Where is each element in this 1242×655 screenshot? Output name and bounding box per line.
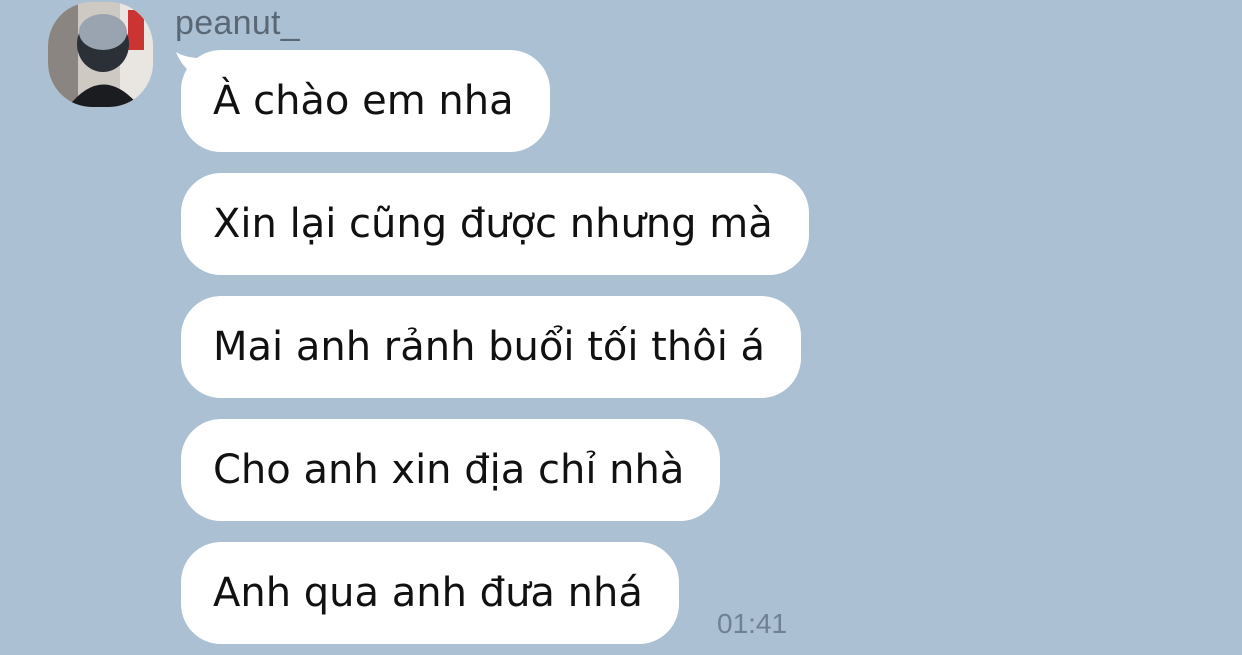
- message-bubble[interactable]: Mai anh rảnh buổi tối thôi á: [181, 296, 802, 398]
- message-bubble[interactable]: Anh qua anh đưa nhá: [181, 542, 679, 644]
- message-bubble[interactable]: Cho anh xin địa chỉ nhà: [181, 419, 721, 521]
- avatar-photo: [48, 2, 153, 107]
- message-timestamp: 01:41: [717, 608, 788, 639]
- message-text: Mai anh rảnh buổi tối thôi á: [213, 324, 766, 370]
- message-text: Cho anh xin địa chỉ nhà: [213, 447, 685, 493]
- message-bubble[interactable]: À chào em nha: [181, 50, 550, 152]
- message-text: À chào em nha: [213, 78, 514, 124]
- message-text: Anh qua anh đưa nhá: [213, 570, 643, 616]
- message-text: Xin lại cũng được nhưng mà: [213, 201, 773, 247]
- message-bubble[interactable]: Xin lại cũng được nhưng mà: [181, 173, 809, 275]
- avatar[interactable]: [48, 2, 153, 107]
- sender-name: peanut_: [175, 4, 301, 42]
